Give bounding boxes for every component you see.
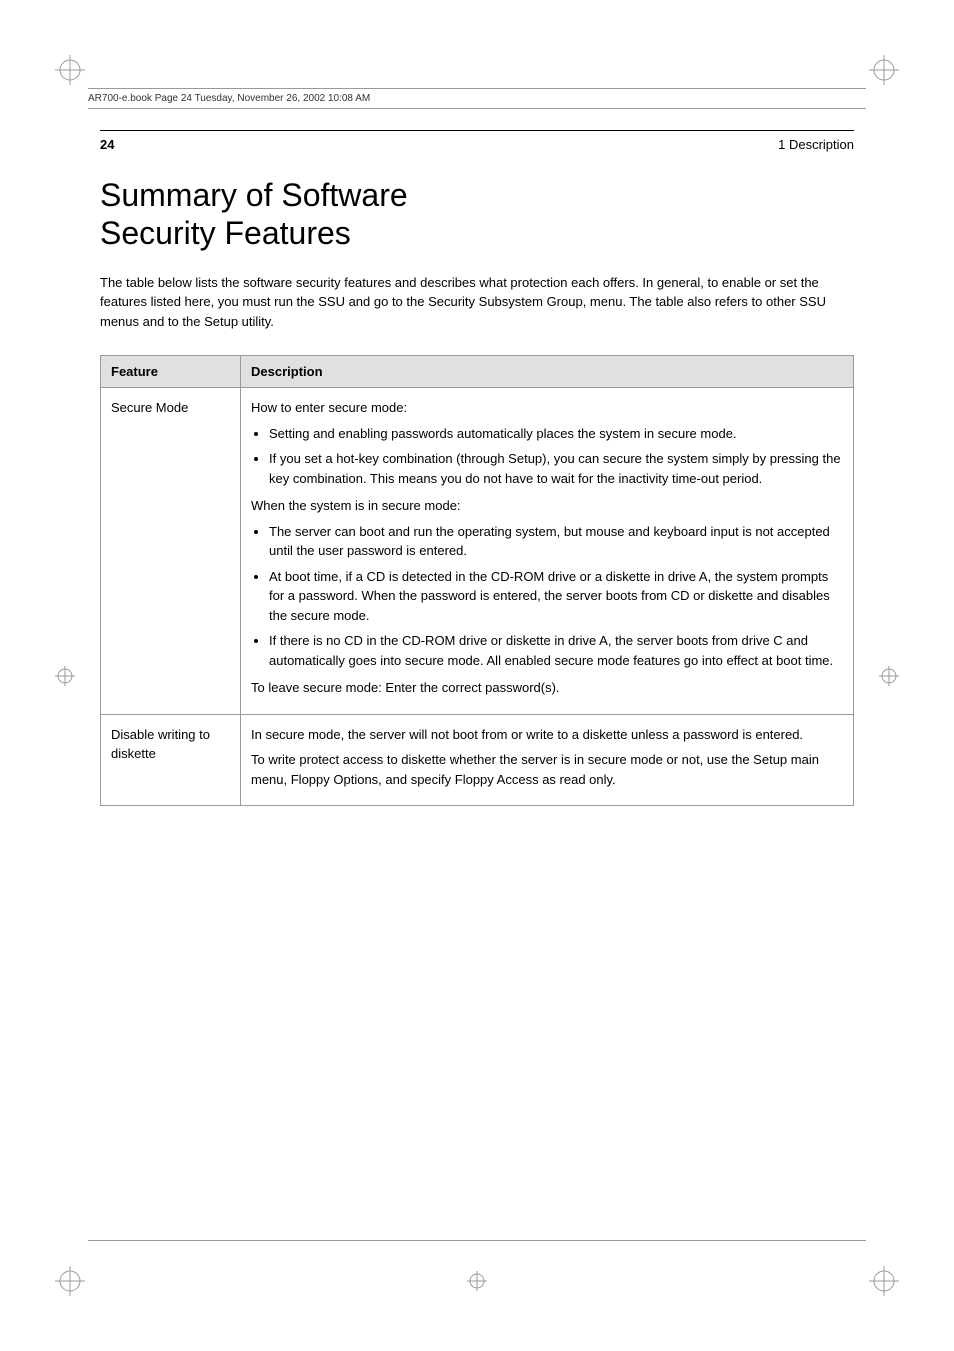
corner-mark-bl (55, 1266, 85, 1296)
reg-mark-bc (467, 1271, 487, 1291)
secure-mode-intro: How to enter secure mode: (251, 398, 843, 418)
secure-mode-outro: To leave secure mode: Enter the correct … (251, 678, 843, 698)
table-header-row: Feature Description (101, 356, 854, 388)
corner-mark-tr (869, 55, 899, 85)
diskette-para1: In secure mode, the server will not boot… (251, 725, 843, 745)
corner-mark-br (869, 1266, 899, 1296)
header-bar: AR700-e.book Page 24 Tuesday, November 2… (88, 88, 866, 109)
list-item: The server can boot and run the operatin… (269, 522, 843, 561)
diskette-para2: To write protect access to diskette whet… (251, 750, 843, 789)
intro-paragraph: The table below lists the software secur… (100, 273, 854, 332)
col-header-feature: Feature (101, 356, 241, 388)
page-container: AR700-e.book Page 24 Tuesday, November 2… (0, 0, 954, 1351)
feature-cell-secure-mode: Secure Mode (101, 388, 241, 715)
feature-cell-diskette: Disable writing to diskette (101, 714, 241, 806)
page-header-row: 24 1 Description (100, 130, 854, 152)
list-item: If you set a hot-key combination (throug… (269, 449, 843, 488)
secure-mode-middle: When the system is in secure mode: (251, 496, 843, 516)
reg-mark-ml (55, 666, 75, 686)
table-row: Secure Mode How to enter secure mode: Se… (101, 388, 854, 715)
list-item: Setting and enabling passwords automatic… (269, 424, 843, 444)
page-content: 24 1 Description Summary of Software Sec… (100, 130, 854, 1231)
list-item: At boot time, if a CD is detected in the… (269, 567, 843, 626)
desc-cell-diskette: In secure mode, the server will not boot… (241, 714, 854, 806)
secure-mode-bullets1: Setting and enabling passwords automatic… (269, 424, 843, 489)
table-row: Disable writing to diskette In secure mo… (101, 714, 854, 806)
col-header-description: Description (241, 356, 854, 388)
feature-table: Feature Description Secure Mode How to e… (100, 355, 854, 806)
page-chapter: 1 Description (778, 137, 854, 152)
page-number: 24 (100, 137, 114, 152)
reg-mark-mr (879, 666, 899, 686)
header-file-info: AR700-e.book Page 24 Tuesday, November 2… (88, 93, 370, 104)
corner-mark-tl (55, 55, 85, 85)
bottom-line (88, 1240, 866, 1241)
list-item: If there is no CD in the CD-ROM drive or… (269, 631, 843, 670)
main-heading: Summary of Software Security Features (100, 176, 854, 253)
secure-mode-bullets2: The server can boot and run the operatin… (269, 522, 843, 671)
desc-cell-secure-mode: How to enter secure mode: Setting and en… (241, 388, 854, 715)
